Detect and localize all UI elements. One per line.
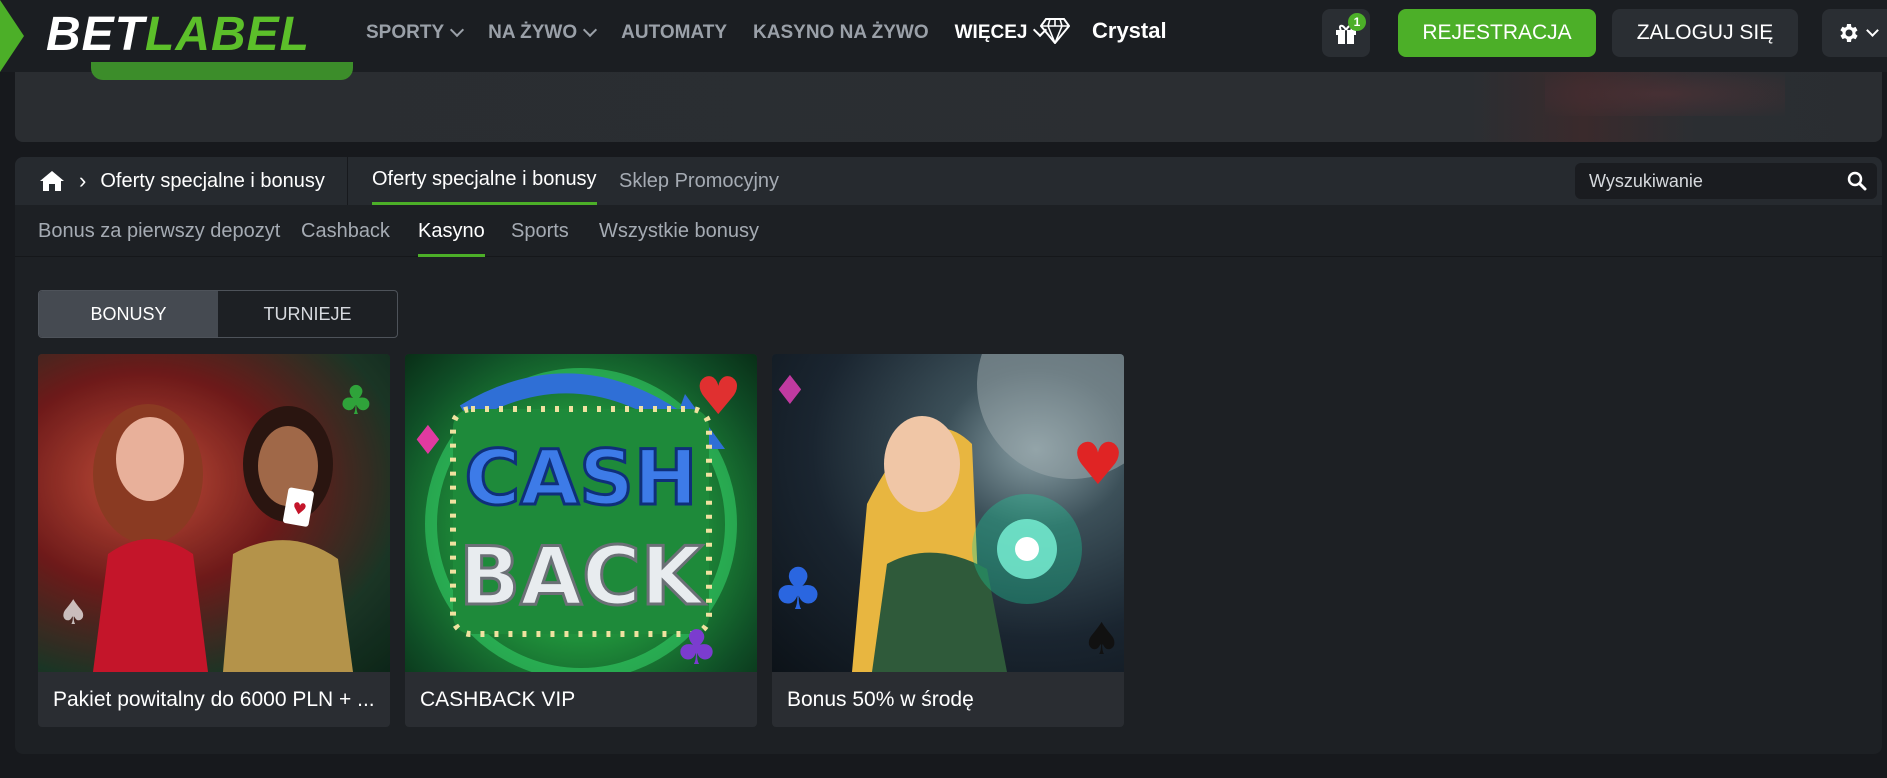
crystal-link[interactable]: Crystal (1040, 18, 1167, 44)
chevron-down-icon (450, 22, 465, 38)
content-panel: › Oferty specjalne i bonusy Oferty specj… (15, 157, 1882, 754)
svg-text:♠: ♠ (58, 593, 88, 633)
tab-sports[interactable]: Sports (511, 205, 569, 257)
bonus-card[interactable]: ♥ ♣ ♠ Pakiet powitalny do 6000 PLN + ... (38, 354, 390, 727)
nav-wiecej[interactable]: WIĘCEJ (954, 22, 1048, 44)
bonus-card[interactable]: ♥ ♣ ♦ ♠ Bonus 50% w środę (772, 354, 1124, 727)
diamond-icon (1040, 18, 1070, 44)
search-box (1575, 163, 1877, 199)
category-tabs: Bonus za pierwszy depozyt Cashback Kasyn… (15, 205, 1882, 257)
cashback-art-text-2: BACK (459, 530, 706, 623)
tab-promo-shop[interactable]: Sklep Promocyjny (619, 157, 779, 205)
sub-navigation: › Oferty specjalne i bonusy Oferty specj… (15, 157, 1882, 205)
breadcrumb-current[interactable]: Oferty specjalne i bonusy (100, 170, 325, 193)
nav-kasyno-na-zywo[interactable]: KASYNO NA ŻYWO (753, 22, 929, 44)
nav-na-zywo-label: NA ŻYWO (488, 22, 578, 43)
main-nav: SPORTY NA ŻYWO AUTOMATY KASYNO NA ŻYWO W… (366, 0, 1071, 66)
chevron-right-icon: › (79, 168, 87, 193)
banner-button[interactable] (91, 62, 353, 80)
logo[interactable]: BETLABEL (46, 10, 310, 60)
nav-wiecej-label: WIĘCEJ (954, 22, 1028, 43)
svg-text:♣: ♣ (338, 378, 374, 424)
logo-label-text: LABEL (145, 8, 310, 61)
tab-special-offers[interactable]: Oferty specjalne i bonusy (372, 157, 597, 205)
nav-automaty-label: AUTOMATY (621, 22, 728, 43)
card-title[interactable]: Bonus 50% w środę (772, 672, 1124, 727)
card-title[interactable]: CASHBACK VIP (405, 672, 757, 727)
sorceress-illustration: ♥ ♣ ♦ ♠ (772, 354, 1124, 672)
svg-text:♦: ♦ (772, 368, 808, 414)
nav-na-zywo[interactable]: NA ŻYWO (488, 22, 598, 44)
card-image-welcome[interactable]: ♥ ♣ ♠ (38, 354, 390, 672)
breadcrumb: › Oferty specjalne i bonusy (15, 157, 348, 205)
promo-banner (15, 62, 1882, 142)
svg-text:♥: ♥ (1072, 430, 1124, 498)
svg-text:♦: ♦ (410, 418, 446, 464)
nav-kasyno-na-zywo-label: KASYNO NA ŻYWO (753, 22, 929, 43)
bonus-card[interactable]: CASH BACK ♥ ♣ ♦ CASHBACK VIP (405, 354, 757, 727)
nav-sporty-label: SPORTY (366, 22, 445, 43)
gift-button[interactable]: 1 (1322, 9, 1370, 57)
nav-sporty[interactable]: SPORTY (366, 22, 465, 44)
card-image-wednesday[interactable]: ♥ ♣ ♦ ♠ (772, 354, 1124, 672)
logo-chevron-icon (0, 0, 24, 72)
svg-text:♥: ♥ (695, 367, 742, 427)
chevron-down-icon (1866, 23, 1879, 37)
gift-badge: 1 (1348, 13, 1366, 31)
svg-text:♣: ♣ (772, 555, 824, 623)
search-icon[interactable] (1847, 171, 1867, 191)
tab-first-deposit[interactable]: Bonus za pierwszy depozyt (38, 205, 280, 257)
crystal-label: Crystal (1092, 18, 1167, 43)
cashback-illustration: CASH BACK ♥ ♣ ♦ (410, 367, 742, 672)
toggle-bonuses[interactable]: BONUSY (39, 291, 218, 337)
login-button[interactable]: ZALOGUJ SIĘ (1612, 9, 1798, 57)
home-icon[interactable] (39, 170, 65, 192)
nav-automaty[interactable]: AUTOMATY (621, 22, 727, 44)
register-button[interactable]: REJESTRACJA (1398, 9, 1596, 57)
casino-women-illustration: ♥ ♣ ♠ (38, 354, 390, 672)
tab-all-bonuses[interactable]: Wszystkie bonusy (599, 205, 759, 257)
toggle-tournaments[interactable]: TURNIEJE (218, 291, 397, 337)
svg-text:♣: ♣ (675, 620, 718, 672)
settings-button[interactable] (1822, 9, 1887, 57)
search-input[interactable] (1589, 170, 1829, 192)
banner-art (1545, 72, 1785, 116)
bonus-tournament-toggle: BONUSY TURNIEJE (38, 290, 398, 338)
chevron-down-icon (583, 22, 598, 38)
gear-icon (1840, 24, 1858, 42)
card-title[interactable]: Pakiet powitalny do 6000 PLN + ... (38, 672, 390, 727)
card-image-cashback[interactable]: CASH BACK ♥ ♣ ♦ (405, 354, 757, 672)
cashback-art-text-1: CASH (465, 433, 698, 522)
tab-kasyno[interactable]: Kasyno (418, 205, 485, 257)
logo-bet-text: BET (46, 8, 145, 61)
svg-text:♠: ♠ (1082, 614, 1121, 665)
tab-cashback[interactable]: Cashback (301, 205, 390, 257)
